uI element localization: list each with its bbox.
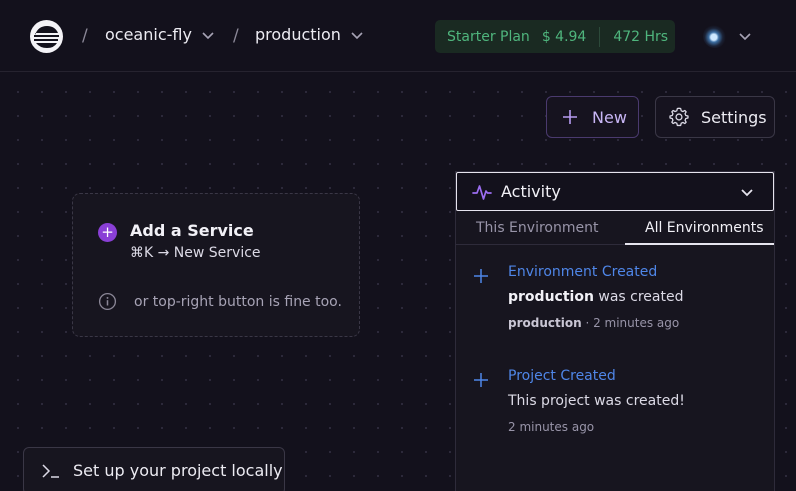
event-meta: 2 minutes ago [508,420,594,434]
event-description-text: was created [593,289,684,305]
chevron-down-icon [741,189,753,197]
avatar[interactable] [703,24,727,48]
event-meta-time: 2 minutes ago [508,420,595,434]
event-description: This project was created! [508,393,685,409]
event-meta-environment: production [508,316,582,330]
activity-tabs: This Environment All Environments [456,214,774,245]
breadcrumb-separator: / [82,26,88,46]
breadcrumb-separator: / [233,26,239,46]
tab-this-environment[interactable]: This Environment [476,220,598,236]
activity-panel: Activity This Environment All Environmen… [455,171,775,491]
chevron-down-icon[interactable] [737,28,753,44]
activity-header[interactable]: Activity [456,172,774,211]
event-description-subject: production [508,289,594,305]
plan-name: Starter Plan [447,28,530,45]
new-button-label: New [592,107,627,127]
breadcrumb-project[interactable]: oceanic-fly [105,25,216,44]
settings-button[interactable]: Settings [655,96,775,138]
setup-locally-button[interactable]: Set up your project locally [23,447,285,491]
event-title[interactable]: Environment Created [508,264,657,280]
setup-locally-label: Set up your project locally [73,461,283,480]
plus-icon [474,269,488,283]
event-title[interactable]: Project Created [508,368,616,384]
activity-title: Activity [501,182,561,201]
activity-pulse-icon [472,184,492,200]
add-service-hint: or top-right button is fine too. [134,294,342,310]
chevron-down-icon [351,31,363,39]
terminal-icon [42,464,59,478]
top-bar: / oceanic-fly / production Starter Plan … [0,0,796,72]
event-meta-time: · 2 minutes ago [581,316,680,330]
event-description: production was created [508,289,683,305]
breadcrumb-environment-label: production [255,25,341,44]
info-icon [98,292,117,311]
breadcrumb-environment[interactable]: production [255,25,365,44]
new-button[interactable]: New [546,96,639,138]
plus-icon: + [98,223,117,242]
event-description-text: This project was created! [508,393,685,409]
chevron-down-icon [202,31,214,39]
plan-usage-badge[interactable]: Starter Plan $ 4.94 472 Hrs [435,20,675,53]
logo-icon[interactable] [30,20,63,53]
plus-icon [474,373,488,387]
gear-icon [669,107,689,127]
add-service-card[interactable]: + Add a Service ⌘K → New Service or top-… [72,193,360,337]
active-tab-indicator [625,243,774,245]
breadcrumb-project-label: oceanic-fly [105,25,192,44]
plan-cost: $ 4.94 [541,28,587,45]
add-service-shortcut: ⌘K → New Service [130,245,261,261]
plus-icon [563,110,577,124]
plan-hours: 472 Hrs [613,28,669,45]
settings-button-label: Settings [701,107,767,127]
tab-all-environments[interactable]: All Environments [645,220,764,236]
event-meta: production · 2 minutes ago [508,316,679,330]
add-service-title: Add a Service [130,221,254,240]
